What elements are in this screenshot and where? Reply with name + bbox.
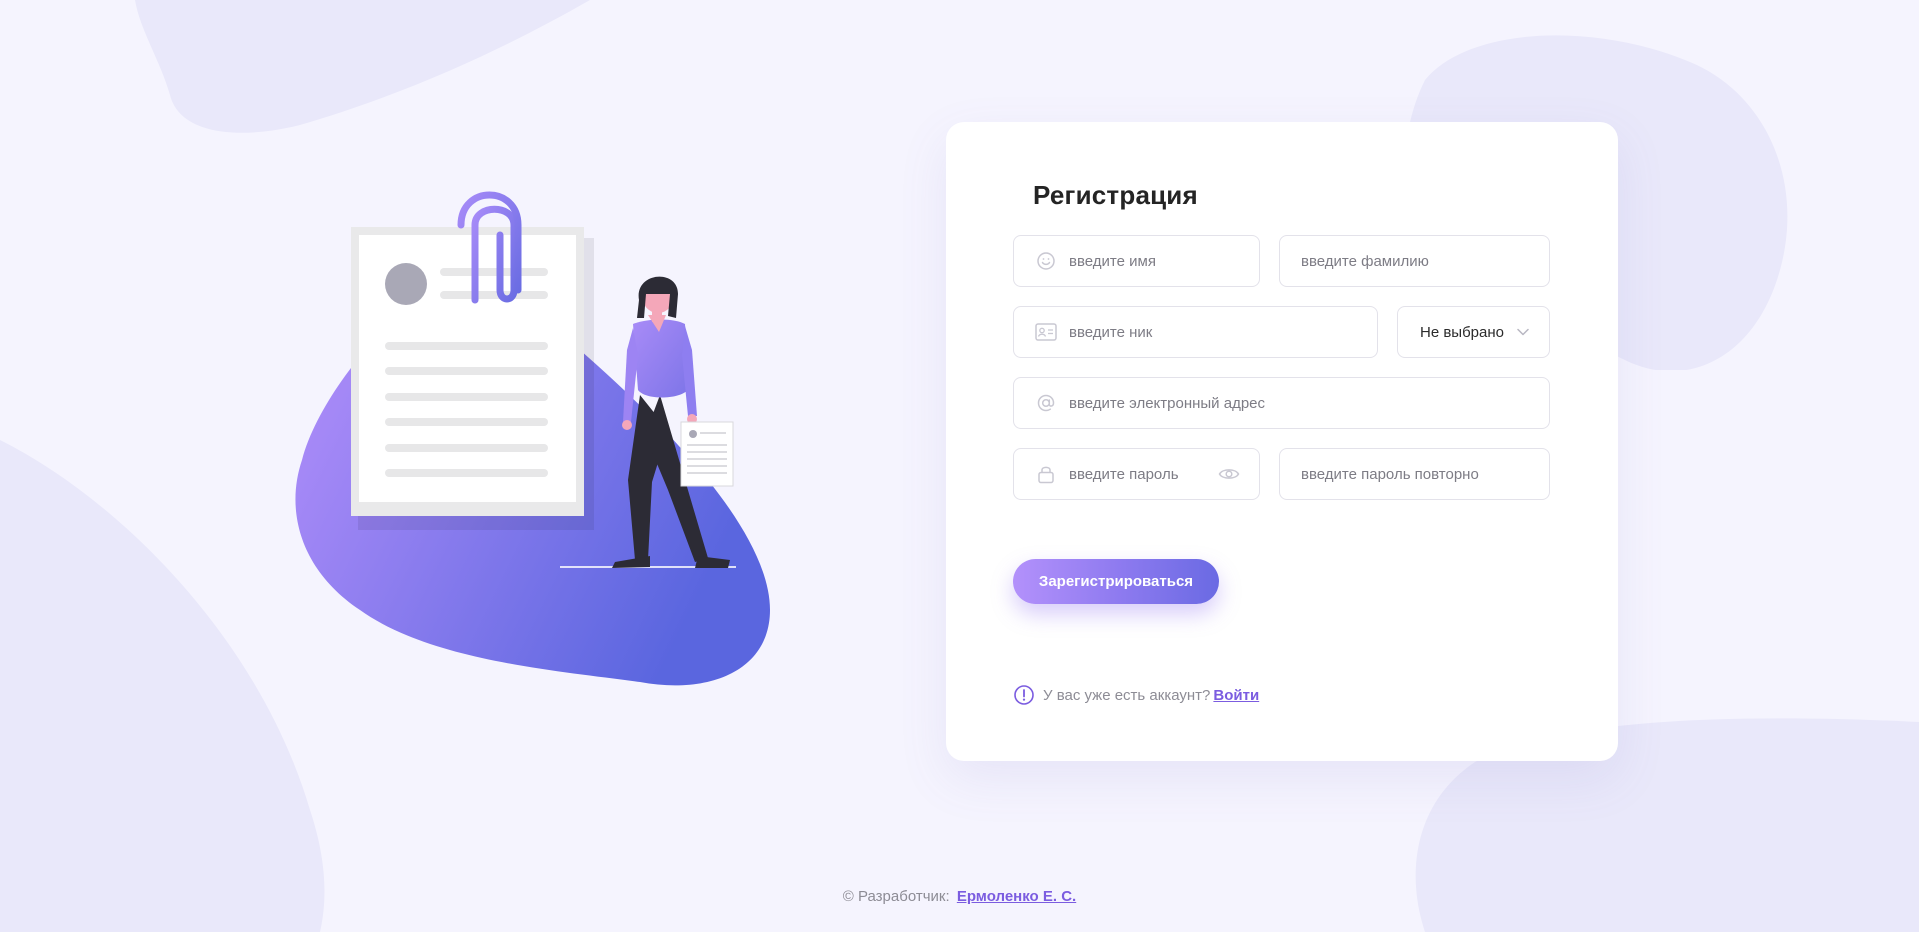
chevron-down-icon (1517, 323, 1529, 341)
developer-link[interactable]: Ермоленко Е. С. (957, 888, 1076, 905)
password-field[interactable] (1013, 448, 1260, 500)
info-circle-icon (1013, 684, 1035, 706)
account-note-text: У вас уже есть аккаунт? (1043, 686, 1211, 704)
last-name-input[interactable] (1280, 236, 1549, 286)
at-sign-icon (1035, 392, 1057, 414)
id-card-icon (1035, 321, 1057, 343)
background-blob-top-left (135, 0, 590, 133)
gender-select-value: Не выбрано (1420, 323, 1504, 341)
first-name-input[interactable] (1069, 236, 1259, 286)
gender-select[interactable]: Не выбрано (1397, 306, 1550, 358)
email-input[interactable] (1069, 378, 1549, 428)
nick-input[interactable] (1069, 307, 1377, 357)
footer: © Разработчик: Ермоленко Е. С. (0, 888, 1919, 905)
password-repeat-input[interactable] (1280, 449, 1549, 499)
registration-card: Регистрация Не выбрано (946, 122, 1618, 761)
last-name-field[interactable] (1279, 235, 1550, 287)
nick-field[interactable] (1013, 306, 1378, 358)
footer-prefix: © Разработчик: (842, 888, 950, 905)
smile-icon (1035, 250, 1057, 272)
eye-icon[interactable] (1217, 462, 1241, 486)
account-note: У вас уже есть аккаунт? Войти (1013, 684, 1259, 706)
background-blob-bottom-left (0, 440, 325, 932)
page-title: Регистрация (1033, 180, 1198, 210)
registration-illustration (295, 191, 770, 686)
password-input[interactable] (1069, 449, 1217, 499)
first-name-field[interactable] (1013, 235, 1260, 287)
held-document (680, 421, 734, 487)
register-button[interactable]: Зарегистрироваться (1013, 559, 1219, 604)
password-repeat-field[interactable] (1279, 448, 1550, 500)
email-field[interactable] (1013, 377, 1550, 429)
login-link[interactable]: Войти (1213, 687, 1259, 704)
lock-icon (1035, 463, 1057, 485)
